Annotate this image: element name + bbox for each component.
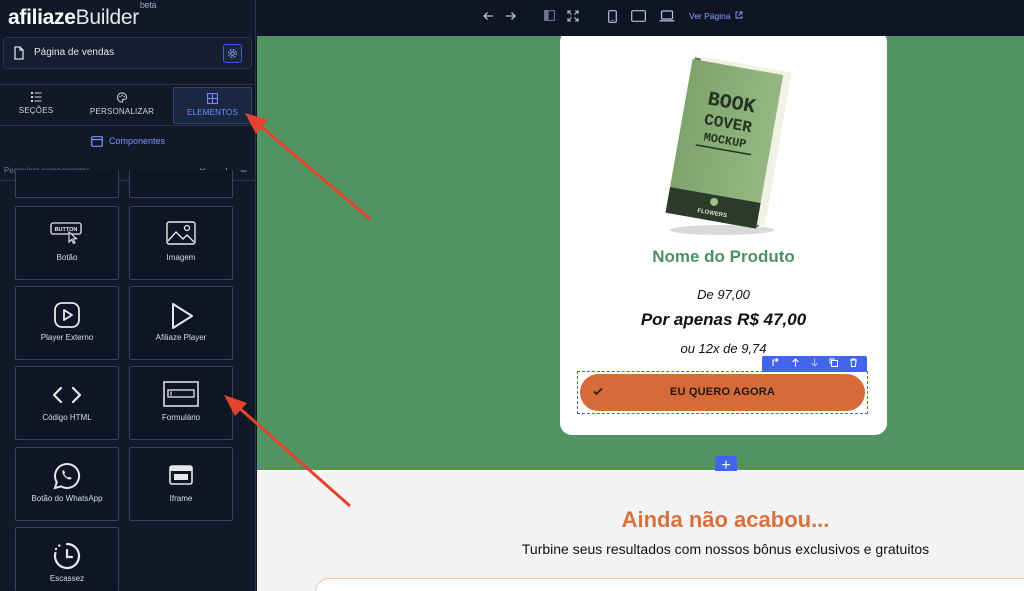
document-icon xyxy=(13,46,25,65)
tile-label: Player Externo xyxy=(40,333,94,342)
move-up-button[interactable] xyxy=(791,356,800,372)
iframe-icon xyxy=(130,465,232,485)
tab-label: ELEMENTOS xyxy=(187,108,238,117)
editor-toolbar: Ver Página xyxy=(257,0,1024,36)
gear-icon xyxy=(228,49,237,58)
palette-icon xyxy=(116,92,128,103)
cta-button[interactable]: EU QUERO AGORA xyxy=(580,374,865,411)
sidebar-icon xyxy=(544,10,555,21)
component-tile-afiliaze-player[interactable]: Afiliaze Player xyxy=(129,286,233,360)
beta-badge: beta xyxy=(139,0,157,10)
tab-secoes[interactable]: SEÇÕES xyxy=(4,87,68,124)
timer-icon xyxy=(16,542,118,570)
delete-button[interactable] xyxy=(849,356,858,372)
fullscreen-icon xyxy=(567,10,579,22)
play-triangle-icon xyxy=(130,301,232,331)
arrow-left-icon xyxy=(483,12,493,20)
page-settings-button[interactable] xyxy=(223,44,242,63)
grid-icon xyxy=(207,93,218,104)
tile-label: Iframe xyxy=(169,494,193,503)
product-name[interactable]: Nome do Produto xyxy=(560,247,887,267)
selected-element-outline: EU QUERO AGORA xyxy=(577,371,868,414)
tab-label: SEÇÕES xyxy=(18,106,54,115)
select-parent-button[interactable] xyxy=(771,356,780,372)
cta-label: EU QUERO AGORA xyxy=(669,386,776,398)
logo-light-text: Builder xyxy=(75,6,140,29)
tile-label: Botão do WhatsApp xyxy=(31,494,103,503)
arrow-right-icon xyxy=(506,12,516,20)
button-cursor-icon: BUTTON xyxy=(16,221,118,245)
bonus-card[interactable] xyxy=(315,578,1024,591)
page-name: Página de vendas xyxy=(34,47,115,58)
tab-personalizar[interactable]: PERSONALIZAR xyxy=(78,87,166,124)
component-tile-iframe[interactable]: Iframe xyxy=(129,447,233,521)
logo-bold-text: afiliaze xyxy=(8,6,76,29)
sidebar-tabs: SEÇÕES PERSONALIZAR ELEMENTOS xyxy=(0,84,256,126)
bonus-subtitle[interactable]: Turbine seus resultados com nossos bônus… xyxy=(257,541,1024,557)
parent-arrow-icon xyxy=(772,357,780,366)
list-icon xyxy=(30,92,41,102)
component-tile-partial[interactable] xyxy=(129,170,233,198)
tab-label: PERSONALIZAR xyxy=(89,107,155,116)
phone-icon xyxy=(608,10,617,23)
desktop-view-button[interactable] xyxy=(659,10,675,25)
tile-label: Escassez xyxy=(49,574,85,583)
move-down-button[interactable] xyxy=(810,356,819,372)
arrow-down-icon xyxy=(811,358,818,367)
mobile-view-button[interactable] xyxy=(608,10,617,26)
product-section[interactable]: FLOWERS BOOK COVER MOCKUP Nome do Produt… xyxy=(257,36,1024,470)
image-icon xyxy=(130,221,232,245)
collapse-all-button[interactable]: − xyxy=(240,164,247,178)
external-link-icon xyxy=(735,11,743,19)
fullscreen-button[interactable] xyxy=(567,10,579,25)
play-circle-icon xyxy=(16,301,118,329)
sidebar: afiliazeBuilderbeta Página de vendas SEÇ… xyxy=(0,0,256,591)
tile-label: Botão xyxy=(56,253,78,262)
undo-button[interactable] xyxy=(482,10,494,25)
box-icon xyxy=(91,136,103,148)
tile-label: Afiliaze Player xyxy=(155,333,207,342)
code-icon xyxy=(16,386,118,404)
tablet-view-button[interactable] xyxy=(631,10,646,25)
view-page-label: Ver Página xyxy=(689,11,731,21)
laptop-icon xyxy=(659,10,675,22)
component-tile-botao[interactable]: BUTTON Botão xyxy=(15,206,119,280)
component-tile-whatsapp[interactable]: Botão do WhatsApp xyxy=(15,447,119,521)
component-tile-codigo-html[interactable]: Código HTML xyxy=(15,366,119,440)
whatsapp-icon xyxy=(16,462,118,490)
logo-bar: afiliazeBuilderbeta xyxy=(0,0,256,36)
component-tile-player-externo[interactable]: Player Externo xyxy=(15,286,119,360)
button-icon-text: BUTTON xyxy=(55,227,78,233)
view-page-link[interactable]: Ver Página xyxy=(689,11,743,21)
tile-label: Código HTML xyxy=(42,413,92,422)
tile-label: Formulário xyxy=(161,413,201,422)
trash-icon xyxy=(849,358,857,367)
bonus-title[interactable]: Ainda não acabou... xyxy=(257,507,1024,533)
price-installments[interactable]: ou 12x de 9,74 xyxy=(560,341,887,356)
tablet-icon xyxy=(631,10,646,22)
component-tile-escassez[interactable]: Escassez xyxy=(15,527,119,591)
toggle-sidebar-button[interactable] xyxy=(544,10,555,24)
app-logo[interactable]: afiliazeBuilderbeta xyxy=(8,0,157,30)
page-selector[interactable]: Página de vendas xyxy=(3,37,252,69)
arrow-up-icon xyxy=(791,358,799,367)
copy-icon xyxy=(829,358,839,367)
tile-label: Imagem xyxy=(166,253,196,262)
book-cover-image[interactable]: FLOWERS BOOK COVER MOCKUP xyxy=(650,56,800,241)
tab-elementos[interactable]: ELEMENTOS xyxy=(173,87,252,124)
page-canvas[interactable]: FLOWERS BOOK COVER MOCKUP Nome do Produt… xyxy=(257,36,1024,591)
component-tile-partial[interactable] xyxy=(15,170,119,198)
duplicate-button[interactable] xyxy=(829,356,839,372)
price-now[interactable]: Por apenas R$ 47,00 xyxy=(560,310,887,330)
bonus-section[interactable]: Ainda não acabou... Turbine seus resulta… xyxy=(257,471,1024,591)
redo-button[interactable] xyxy=(505,10,517,25)
form-icon xyxy=(130,381,232,407)
components-title: Componentes xyxy=(108,136,166,146)
component-tile-formulario[interactable]: Formulário xyxy=(129,366,233,440)
price-from[interactable]: De 97,00 xyxy=(560,287,887,302)
element-toolbar xyxy=(762,356,867,372)
component-tile-imagem[interactable]: Imagem xyxy=(129,206,233,280)
components-header: Componentes xyxy=(0,136,256,154)
